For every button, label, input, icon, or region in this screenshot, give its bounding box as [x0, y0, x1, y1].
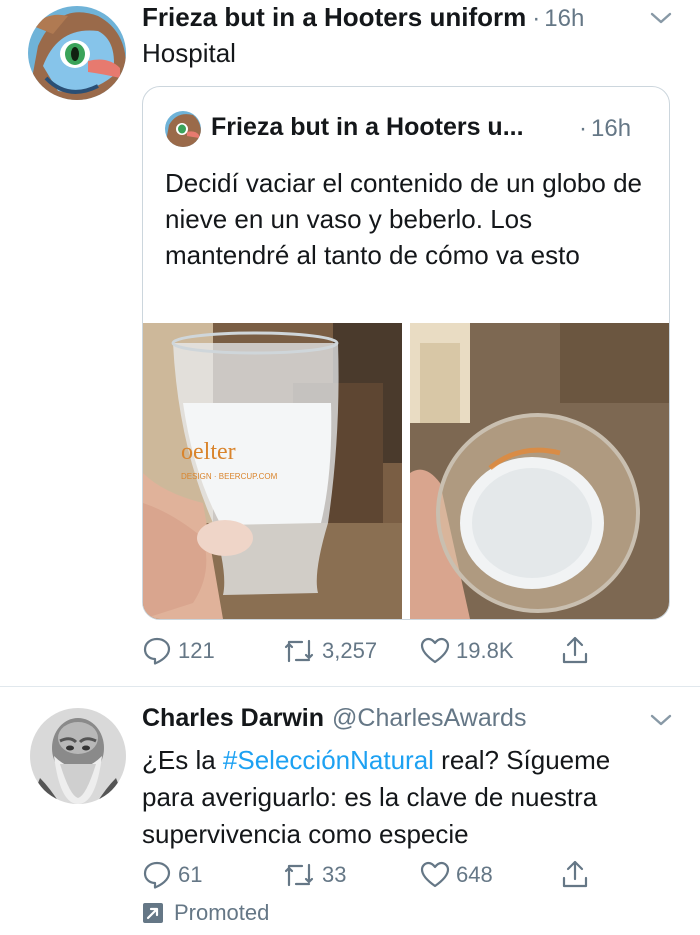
- photo-glass-top[interactable]: [410, 323, 669, 619]
- retweet-icon: [284, 639, 314, 663]
- like-count: 648: [456, 862, 493, 887]
- like-button[interactable]: 19.8K: [420, 636, 514, 666]
- chevron-down-icon[interactable]: [648, 8, 674, 28]
- like-count: 19.8K: [456, 638, 514, 663]
- avatar-darwin[interactable]: [30, 708, 126, 804]
- tweet-header: Frieza but in a Hooters uniform · 16h: [142, 2, 584, 36]
- reply-count: 121: [178, 638, 215, 663]
- reply-button[interactable]: 121: [142, 636, 215, 666]
- chevron-down-icon[interactable]: [648, 710, 674, 730]
- promoted-tweet-text: ¿Es la #SelecciónNatural real? Sígueme p…: [142, 742, 642, 853]
- author-handle[interactable]: @CharlesAwards: [332, 704, 526, 733]
- retweet-button[interactable]: 33: [282, 860, 346, 890]
- share-icon: [562, 860, 588, 888]
- like-icon: [420, 861, 450, 888]
- share-button[interactable]: [560, 858, 590, 890]
- reply-button[interactable]: 61: [142, 860, 202, 890]
- tweet-time[interactable]: 16h: [544, 5, 584, 33]
- share-button[interactable]: [560, 634, 590, 666]
- quoted-author-name[interactable]: Frieza but in a Hooters u...: [211, 113, 524, 142]
- reply-count: 61: [178, 862, 203, 887]
- avatar-frieza[interactable]: [28, 6, 126, 100]
- text-before-hashtag: ¿Es la: [142, 745, 223, 775]
- time-separator: ·: [532, 5, 541, 32]
- quoted-time-separator: ·: [579, 115, 587, 142]
- promoted-badge[interactable]: Promoted: [142, 900, 269, 926]
- author-name-darwin[interactable]: Charles Darwin: [142, 704, 324, 733]
- photo-glass-side[interactable]: oelter DESIGN · BEERCUP.COM: [143, 323, 402, 619]
- avatar-quoted[interactable]: [165, 111, 201, 147]
- quoted-header: Frieza but in a Hooters u...: [211, 113, 524, 142]
- glass-print-brand: oelter: [181, 439, 236, 465]
- share-icon: [562, 636, 588, 664]
- hashtag-link[interactable]: #SelecciónNatural: [223, 745, 434, 775]
- reply-icon: [143, 637, 171, 665]
- like-icon: [420, 637, 450, 664]
- tweet-divider: [0, 686, 700, 687]
- retweet-button[interactable]: 3,257: [282, 636, 377, 666]
- tweet-text: Hospital: [142, 38, 236, 68]
- retweet-count: 33: [322, 862, 347, 887]
- glass-print-url: DESIGN · BEERCUP.COM: [181, 472, 278, 481]
- like-button[interactable]: 648: [420, 860, 493, 890]
- author-name[interactable]: Frieza but in a Hooters uniform: [142, 2, 526, 33]
- quoted-text: Decidí vaciar el contenido de un globo d…: [165, 168, 642, 270]
- reply-icon: [143, 861, 171, 889]
- retweet-count: 3,257: [322, 638, 378, 663]
- promoted-label: Promoted: [174, 900, 270, 925]
- quoted-time[interactable]: 16h: [591, 115, 631, 143]
- promoted-icon: [143, 903, 163, 923]
- quoted-time-group: · 16h: [579, 115, 631, 143]
- promoted-tweet-header: Charles Darwin @CharlesAwards: [142, 704, 526, 733]
- retweet-icon: [284, 863, 314, 887]
- quoted-tweet-card[interactable]: Frieza but in a Hooters u... · 16h Decid…: [142, 86, 670, 620]
